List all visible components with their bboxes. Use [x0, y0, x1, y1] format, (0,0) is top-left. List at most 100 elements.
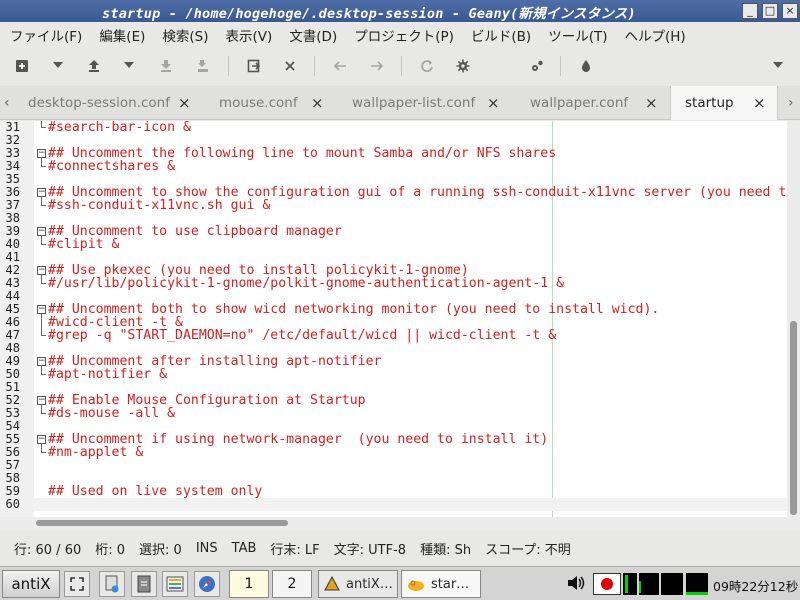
horizontal-scroll-thumb[interactable]: [36, 520, 288, 526]
tab-close-icon[interactable]: ×: [487, 86, 501, 120]
code-line[interactable]: #search-bar-icon &: [48, 121, 191, 134]
close-window-button[interactable]: ×: [782, 3, 798, 19]
fold-end: [41, 244, 46, 245]
geany-icon: [408, 580, 424, 591]
minimize-button[interactable]: _: [742, 3, 758, 19]
code-line[interactable]: #clipit &: [48, 238, 119, 251]
close-icon[interactable]: ×: [645, 94, 658, 112]
volume-icon[interactable]: [566, 573, 586, 593]
record-indicator-icon[interactable]: [593, 573, 621, 595]
fold-line: [41, 158, 42, 166]
status-bar: 行: 60 / 60 桁: 0 選択: 0 INS TAB 行末: LF 文字:…: [0, 531, 800, 565]
close-icon[interactable]: ×: [487, 94, 500, 112]
code-line[interactable]: #grep -q "START_DAEMON=no" /etc/default/…: [48, 329, 556, 342]
vertical-scrollbar[interactable]: [787, 121, 800, 517]
menu-build[interactable]: ビルド(B): [471, 25, 531, 45]
vertical-scroll-thumb[interactable]: [790, 321, 797, 515]
code-line[interactable]: #ds-mouse -all &: [48, 407, 175, 420]
fold-marker-icon[interactable]: −: [37, 266, 46, 275]
close-icon[interactable]: ×: [311, 94, 324, 112]
code-line[interactable]: #/usr/lib/policykit-1-gnome/polkit-gnome…: [48, 277, 564, 290]
close-icon[interactable]: ×: [178, 94, 191, 112]
tab-startup[interactable]: startup ×: [670, 86, 778, 120]
fold-line: [41, 366, 42, 374]
toolbar-separator: [560, 56, 561, 76]
web-browser-icon[interactable]: [194, 571, 220, 597]
save-all-icon[interactable]: [193, 56, 213, 76]
toolbar: [0, 48, 800, 84]
code-line[interactable]: #connectshares &: [48, 160, 175, 173]
tab-desktop-session-conf[interactable]: desktop-session.conf: [28, 86, 170, 120]
fold-marker-icon[interactable]: −: [37, 227, 46, 236]
start-menu-button[interactable]: antiX: [2, 570, 60, 598]
close-icon[interactable]: ×: [753, 94, 766, 112]
tab-label: wallpaper.conf: [530, 95, 629, 111]
text-editor-icon[interactable]: [131, 571, 157, 597]
fold-end: [41, 205, 46, 206]
open-file-icon[interactable]: [84, 56, 104, 76]
tab-close-icon[interactable]: ×: [178, 86, 192, 120]
fold-marker-icon[interactable]: −: [37, 435, 46, 444]
code-line[interactable]: #nm-applet &: [48, 446, 143, 459]
open-recent-dropdown-icon[interactable]: [124, 62, 134, 68]
fold-marker-icon[interactable]: −: [37, 396, 46, 405]
menu-view[interactable]: 表示(V): [226, 25, 273, 45]
file-manager-icon[interactable]: [99, 571, 125, 597]
forward-icon[interactable]: [367, 56, 387, 76]
tab-mouse-conf[interactable]: mouse.conf: [219, 86, 298, 120]
task-startup-button[interactable]: star…: [401, 570, 481, 598]
menu-document[interactable]: 文書(D): [289, 25, 337, 45]
tab-label: startup: [685, 95, 734, 111]
window-title: startup - /home/hogehoge/.desktop-sessio…: [102, 6, 636, 22]
code-editor[interactable]: 31 #search-bar-icon & 32 33 ## Uncomment the…: [0, 121, 787, 517]
code-line[interactable]: ## Used on live system only: [48, 485, 262, 498]
color-chooser-icon[interactable]: [576, 56, 596, 76]
tab-wallpaper-list-conf[interactable]: wallpaper-list.conf: [352, 86, 475, 120]
tab-close-icon[interactable]: ×: [311, 86, 325, 120]
menu-file[interactable]: ファイル(F): [10, 25, 82, 45]
horizontal-scrollbar[interactable]: [0, 517, 800, 530]
compile-icon[interactable]: [417, 56, 437, 76]
workspace-1-button[interactable]: 1: [229, 570, 269, 598]
tab-wallpaper-conf[interactable]: wallpaper.conf: [530, 86, 628, 120]
workspace-2-button[interactable]: 2: [272, 570, 312, 598]
task-label: star…: [431, 576, 470, 592]
menu-help[interactable]: ヘルプ(H): [624, 25, 685, 45]
tab-scroll-right-icon[interactable]: ›: [788, 95, 794, 111]
fold-marker-icon[interactable]: −: [37, 188, 46, 197]
menu-bar: ファイル(F) 編集(E) 検索(S) 表示(V) 文書(D) プロジェクト(P…: [0, 22, 800, 47]
fold-marker-icon[interactable]: −: [37, 305, 46, 314]
save-icon[interactable]: [156, 56, 176, 76]
menu-search[interactable]: 検索(S): [162, 25, 208, 45]
new-file-dropdown-icon[interactable]: [53, 62, 63, 68]
tab-close-icon[interactable]: ×: [645, 86, 659, 120]
show-desktop-icon[interactable]: [64, 571, 90, 597]
fold-marker-icon[interactable]: −: [37, 357, 46, 366]
close-icon[interactable]: [280, 56, 300, 76]
line-number: 60: [5, 497, 20, 511]
code-line[interactable]: #apt-notifier &: [48, 368, 167, 381]
new-file-icon[interactable]: [12, 56, 32, 76]
control-centre-icon[interactable]: [162, 571, 188, 597]
menu-project[interactable]: プロジェクト(P): [354, 25, 454, 45]
current-line-highlight: [34, 498, 787, 511]
window-titlebar[interactable]: startup - /home/hogehoge/.desktop-sessio…: [0, 0, 800, 22]
code-line[interactable]: #ssh-conduit-x11vnc.sh gui &: [48, 199, 270, 212]
maximize-button[interactable]: □: [762, 3, 778, 19]
fold-end: [41, 374, 46, 375]
menu-tools[interactable]: ツール(T): [548, 25, 607, 45]
revert-icon[interactable]: [244, 56, 264, 76]
back-icon[interactable]: [330, 56, 350, 76]
build-icon[interactable]: [453, 56, 473, 76]
run-icon[interactable]: [527, 56, 547, 76]
menu-edit[interactable]: 編集(E): [99, 25, 145, 45]
tab-scroll-left-icon[interactable]: ‹: [4, 95, 10, 111]
fold-end: [41, 166, 46, 167]
fold-marker-icon[interactable]: −: [37, 149, 46, 158]
fold-line: [41, 405, 42, 413]
network-monitor-icon: [686, 573, 708, 595]
task-antix-button[interactable]: antiX…: [318, 570, 398, 598]
toolbar-overflow-icon[interactable]: [773, 62, 783, 68]
status-scope: スコープ: 不明: [485, 542, 571, 558]
document-tabs: ‹ desktop-session.conf × mouse.conf × wa…: [0, 86, 800, 120]
